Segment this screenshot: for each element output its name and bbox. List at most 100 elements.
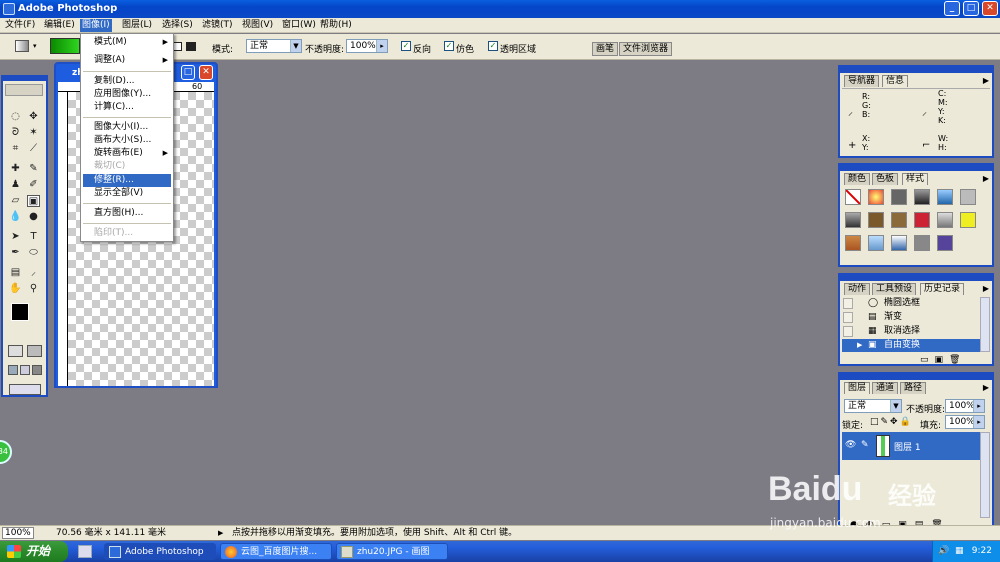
style-swatch[interactable] [868,235,884,251]
history-footer-icons[interactable]: ▭▣🗑 [920,355,966,365]
style-swatch[interactable] [868,189,884,205]
lasso-tool-icon[interactable]: ᘐ [9,127,22,139]
tab-actions[interactable]: 动作 [844,283,871,295]
layers-scrollbar[interactable] [980,432,990,518]
fill-input[interactable]: 100% ▸ [945,415,985,429]
minimize-button[interactable]: _ [944,1,960,16]
screen-mode-standard-icon[interactable] [8,365,18,375]
jump-to-imageready-icon[interactable] [9,384,41,395]
tab-styles[interactable]: 样式 [902,173,929,185]
transparency-checkbox[interactable]: ✓ [488,41,498,51]
hand-tool-icon[interactable]: ✋ [9,283,22,295]
type-tool-icon[interactable]: T [27,231,40,243]
style-swatch[interactable] [891,212,907,228]
tab-channels[interactable]: 通道 [872,382,899,394]
menu-file[interactable]: 文件(F) [3,19,37,32]
layer-opacity-input[interactable]: 100% ▸ [945,399,985,413]
style-swatch[interactable] [937,189,953,205]
zoom-field[interactable]: 100% [2,527,34,539]
standard-mode-icon[interactable] [8,345,23,357]
dither-checkbox[interactable]: ✓ [444,41,454,51]
menu-window[interactable]: 窗口(W) [280,19,318,32]
style-swatch[interactable] [914,212,930,228]
menu-item-apply-image[interactable]: 应用图像(Y)... [83,88,171,101]
tab-tool-presets[interactable]: 工具预设 [872,283,917,295]
tab-swatches[interactable]: 色板 [872,173,899,185]
menu-filter[interactable]: 滤镜(T) [200,19,235,32]
menu-item-rotate-canvas[interactable]: 旋转画布(E) ▶ [83,147,171,160]
history-item-active[interactable]: ▶ ▣ 自由变换 [842,339,982,352]
mode-select[interactable]: 正常 ▼ [246,39,302,53]
layer-row[interactable]: 👁 ✎ 图层 1 [842,432,980,460]
tab-navigator[interactable]: 导航器 [844,75,880,87]
zoom-tool-icon[interactable]: ⚲ [27,283,40,295]
panel-menu-icon[interactable]: ▶ [983,383,989,392]
menu-layer[interactable]: 图层(L) [120,19,154,32]
style-swatch[interactable] [937,212,953,228]
history-source-checkbox[interactable] [843,298,853,309]
chevron-down-icon[interactable]: ▾ [33,42,37,50]
clone-stamp-icon[interactable]: ♟ [9,179,22,191]
reflected-gradient-icon[interactable] [186,42,196,51]
gradient-preview[interactable] [50,38,80,54]
doc-maximize-button[interactable]: □ [181,65,195,80]
maximize-button[interactable]: □ [963,1,979,16]
close-button[interactable]: ✕ [982,1,998,16]
gradient-tool-icon[interactable]: ▣ [27,195,40,207]
gradient-tool-preset[interactable] [15,40,29,52]
menu-select[interactable]: 选择(S) [160,19,195,32]
style-swatch[interactable] [937,235,953,251]
lock-icons[interactable]: □✎✥🔒 [870,417,913,427]
tab-paths[interactable]: 路径 [900,382,927,394]
screen-mode-full-icon[interactable] [32,365,42,375]
style-none-swatch[interactable] [845,189,861,205]
shape-tool-icon[interactable]: ⬭ [27,247,40,259]
history-item[interactable]: ▤ 渐变 [842,311,982,324]
menu-item-trim[interactable]: 修整(R)... [83,174,171,187]
style-swatch[interactable] [960,189,976,205]
clock[interactable]: 9:22 [972,541,992,562]
history-source-checkbox[interactable] [843,312,853,323]
healing-brush-icon[interactable]: ✚ [9,163,22,175]
menu-item-reveal-all[interactable]: 显示全部(V) [83,187,171,200]
blend-mode-select[interactable]: 正常 ▼ [844,399,902,413]
brush-tool-icon[interactable]: ✎ [27,163,40,175]
volume-icon[interactable]: 🔊 [938,541,949,562]
panel-menu-icon[interactable]: ▶ [983,284,989,293]
history-brush-icon[interactable]: ✐ [27,179,40,191]
brush-link-icon[interactable]: ✎ [861,440,869,450]
crop-tool-icon[interactable]: ⌗ [9,143,22,155]
panel-menu-icon[interactable]: ▶ [983,174,989,183]
menu-item-canvas-size[interactable]: 画布大小(S)... [83,134,171,147]
foreground-color[interactable] [11,303,29,321]
taskbar-button-photoshop[interactable]: Adobe Photoshop [104,543,216,560]
menu-help[interactable]: 帮助(H) [318,19,354,32]
menu-item-calculations[interactable]: 计算(C)... [83,101,171,114]
chevron-right-icon[interactable]: ▶ [218,526,223,540]
tab-history[interactable]: 历史记录 [920,283,965,295]
eraser-tool-icon[interactable]: ▱ [9,195,22,207]
reverse-checkbox[interactable]: ✓ [401,41,411,51]
doc-close-button[interactable]: ✕ [199,65,213,80]
quick-mask-icon[interactable] [27,345,42,357]
style-swatch[interactable] [960,212,976,228]
style-swatch[interactable] [868,212,884,228]
menu-view[interactable]: 视图(V) [240,19,275,32]
style-swatch[interactable] [914,235,930,251]
screen-mode-full-menu-icon[interactable] [20,365,30,375]
show-desktop-icon[interactable] [78,545,92,558]
style-swatch[interactable] [914,189,930,205]
menu-item-duplicate[interactable]: 复制(D)... [83,75,171,88]
dodge-tool-icon[interactable]: ● [27,211,40,223]
menu-item-histogram[interactable]: 直方图(H)... [83,207,171,220]
history-item[interactable]: ◯ 椭圆选框 [842,297,982,310]
history-source-checkbox[interactable] [843,326,853,337]
start-button[interactable]: 开始 [0,541,68,562]
style-swatch[interactable] [845,235,861,251]
menu-edit[interactable]: 编辑(E) [42,19,77,32]
history-scrollbar[interactable] [980,297,990,352]
tab-file-browser[interactable]: 文件浏览器 [619,42,673,56]
tab-layers[interactable]: 图层 [844,382,871,394]
eyedropper-icon[interactable]: ⸝ [27,267,40,279]
menu-item-image-size[interactable]: 图像大小(I)... [83,121,171,134]
